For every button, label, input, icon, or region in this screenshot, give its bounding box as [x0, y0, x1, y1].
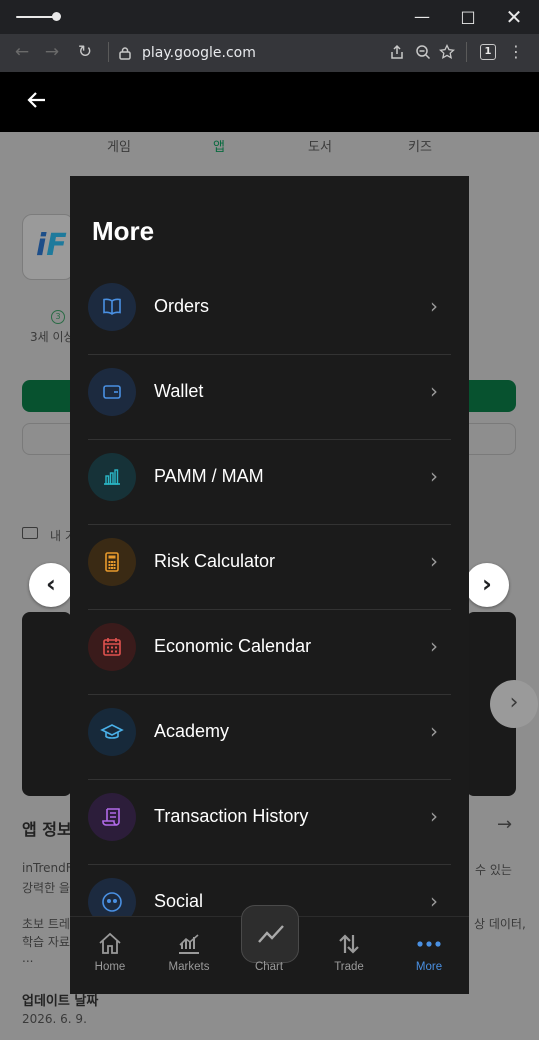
nav-markets[interactable]: Markets [149, 917, 229, 995]
device-icon [22, 527, 38, 539]
minimize-icon[interactable]: — [410, 6, 434, 28]
tab-games[interactable]: 게임 [107, 136, 131, 155]
back-arrow-icon[interactable] [27, 90, 47, 114]
zoom-slider-thumb[interactable] [52, 12, 61, 21]
carousel-next-button[interactable]: › [465, 563, 509, 607]
about-app-title: 앱 정보 [22, 820, 72, 839]
desc-line-3: 초보 트레 [22, 917, 70, 931]
nav-label-more: More [415, 961, 443, 973]
nav-label-markets: Markets [168, 961, 210, 973]
more-dots-icon [417, 941, 441, 947]
tab-books[interactable]: 도서 [308, 136, 332, 155]
menu-item-wallet[interactable]: Wallet › [88, 355, 451, 440]
nav-chart[interactable]: Chart [229, 917, 309, 995]
desc-line-1: inTrendF [22, 861, 73, 875]
nav-label-chart: Chart [254, 961, 284, 973]
chevron-right-icon: › [430, 889, 438, 913]
menu-label-transaction-history: Transaction History [154, 806, 309, 826]
tab-kids[interactable]: 키즈 [408, 136, 432, 155]
nav-trade[interactable]: Trade [309, 917, 389, 995]
page-header [0, 72, 539, 132]
markets-icon [179, 934, 199, 954]
tab-count-button[interactable]: 1 [480, 44, 496, 60]
bar-chart-icon [88, 453, 136, 501]
chevron-right-icon: › [430, 634, 438, 658]
update-date: 2026. 6. 9. [22, 1012, 87, 1026]
tab-apps[interactable]: 앱 [213, 136, 225, 155]
nav-more[interactable]: More [389, 917, 469, 995]
url-text: play.google.com [142, 45, 256, 61]
chevron-right-icon: › [430, 804, 438, 828]
receipt-icon [88, 793, 136, 841]
menu-item-orders[interactable]: Orders › [88, 270, 451, 355]
bottom-navigation: Home Markets Chart Trade More [70, 905, 469, 995]
trade-icon [339, 934, 359, 954]
desc-line-4: 학습 자료 [22, 935, 70, 949]
menu-item-academy[interactable]: Academy › [88, 695, 451, 780]
menu-item-transaction-history[interactable]: Transaction History › [88, 780, 451, 865]
screenshot-thumbnail-1[interactable] [22, 612, 72, 796]
book-icon [88, 283, 136, 331]
screenshots-next-icon[interactable]: › [490, 680, 538, 728]
menu-item-risk-calculator[interactable]: Risk Calculator › [88, 525, 451, 610]
menu-label-social: Social [154, 891, 204, 911]
graduation-cap-icon [88, 708, 136, 756]
chevron-right-icon: › [430, 719, 438, 743]
calendar-icon [88, 623, 136, 671]
menu-label-orders: Orders [154, 296, 210, 316]
more-menu-title: More [92, 216, 155, 246]
menu-label-economic-calendar: Economic Calendar [154, 636, 312, 656]
menu-label-wallet: Wallet [154, 381, 204, 401]
back-nav-icon[interactable]: ← [10, 40, 34, 64]
site-info-icon[interactable] [118, 45, 132, 64]
desc-line-3-right: 상 데이터, [474, 917, 526, 931]
zoom-icon[interactable] [415, 44, 431, 64]
reload-icon[interactable]: ↻ [73, 40, 97, 64]
desc-line-5: ... [22, 951, 34, 965]
desc-line-2: 강력한 을 [22, 881, 70, 895]
age-rating-text: 3세 이상 [30, 330, 75, 344]
nav-label-trade: Trade [334, 961, 364, 973]
menu-label-pamm-mam: PAMM / MAM [154, 466, 264, 486]
zoom-slider-track[interactable] [16, 16, 56, 18]
nav-home[interactable]: Home [70, 917, 150, 995]
menu-item-pamm-mam[interactable]: PAMM / MAM › [88, 440, 451, 525]
toolbar-divider [108, 42, 109, 62]
desc-line-1-right: 수 있는 [475, 863, 512, 877]
more-menu-panel: More Orders › Wallet › PAMM / MAM › Risk… [70, 176, 469, 994]
share-icon[interactable] [389, 44, 405, 64]
chevron-right-icon: › [430, 294, 438, 318]
url-bar[interactable]: play.google.com [110, 41, 378, 65]
wallet-icon [88, 368, 136, 416]
app-logo-mark: iF [36, 228, 67, 263]
chevron-right-icon: › [430, 379, 438, 403]
menu-label-academy: Academy [154, 721, 230, 741]
close-icon[interactable]: ✕ [502, 6, 526, 28]
menu-label-risk-calculator: Risk Calculator [154, 551, 276, 571]
menu-item-economic-calendar[interactable]: Economic Calendar › [88, 610, 451, 695]
carousel-prev-button[interactable]: ‹ [29, 563, 73, 607]
about-arrow-icon[interactable]: → [497, 814, 512, 835]
nav-label-home: Home [94, 961, 126, 973]
age-rating-icon: 3 [51, 310, 65, 324]
maximize-icon[interactable]: □ [456, 6, 480, 28]
forward-nav-icon[interactable]: → [40, 40, 64, 64]
home-icon [99, 932, 121, 954]
browser-menu-icon[interactable]: ⋮ [504, 40, 528, 64]
calculator-icon [88, 538, 136, 586]
chevron-right-icon: › [430, 549, 438, 573]
chevron-right-icon: › [430, 464, 438, 488]
bookmark-star-icon[interactable] [438, 43, 456, 64]
toolbar-divider-2 [466, 42, 467, 62]
